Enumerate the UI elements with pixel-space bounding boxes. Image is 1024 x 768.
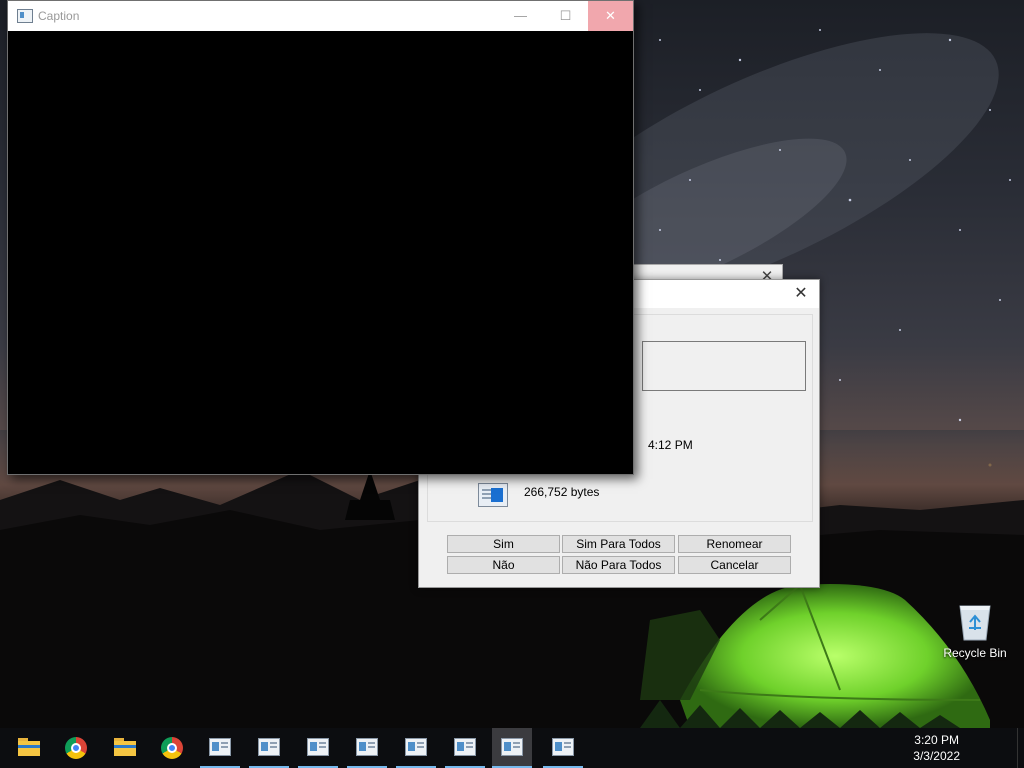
- taskbar-item-app-window[interactable]: [347, 728, 387, 768]
- app-window-icon: [454, 738, 476, 756]
- show-desktop-button[interactable]: [1017, 728, 1024, 768]
- taskbar-item-chrome[interactable]: [56, 728, 96, 768]
- no-button[interactable]: Não: [447, 556, 560, 574]
- taskbar-item-file-explorer[interactable]: [104, 728, 144, 768]
- app-window-icon: [258, 738, 280, 756]
- clock-time: 3:20 PM: [914, 733, 959, 747]
- file-size-text: 266,752 bytes: [524, 485, 600, 499]
- taskbar-item-app-window[interactable]: [396, 728, 436, 768]
- taskbar: 3:20 PM 3/3/2022: [0, 728, 1024, 768]
- yes-to-all-button[interactable]: Sim Para Todos: [562, 535, 675, 553]
- modified-time-text: 4:12 PM: [648, 438, 693, 452]
- caption-window: Caption — ☐ ✕: [7, 0, 634, 475]
- close-icon[interactable]: ✕: [588, 1, 633, 31]
- taskbar-item-app-window-active[interactable]: [492, 728, 532, 768]
- taskbar-item-app-window[interactable]: [298, 728, 338, 768]
- clock-date: 3/3/2022: [913, 749, 960, 763]
- app-window-icon: [405, 738, 427, 756]
- recycle-bin-shortcut[interactable]: Recycle Bin: [936, 602, 1014, 660]
- file-icon: [478, 483, 508, 507]
- window-content-area[interactable]: [8, 31, 633, 474]
- taskbar-item-file-explorer[interactable]: [8, 728, 48, 768]
- file-name-box: [642, 341, 806, 391]
- cancel-button[interactable]: Cancelar: [678, 556, 791, 574]
- window-title: Caption: [38, 9, 80, 23]
- recycle-bin-icon: [958, 602, 992, 642]
- recycle-bin-label: Recycle Bin: [943, 646, 1007, 660]
- app-window-icon: [209, 738, 231, 756]
- rename-button[interactable]: Renomear: [678, 535, 791, 553]
- minimize-icon[interactable]: —: [498, 1, 543, 31]
- caption-window-titlebar[interactable]: Caption — ☐ ✕: [8, 1, 633, 31]
- no-to-all-button[interactable]: Não Para Todos: [562, 556, 675, 574]
- taskbar-item-app-window[interactable]: [200, 728, 240, 768]
- dialog-close-icon[interactable]: ✕: [789, 283, 813, 305]
- chrome-icon: [161, 737, 183, 759]
- taskbar-item-app-window[interactable]: [249, 728, 289, 768]
- taskbar-clock[interactable]: 3:20 PM 3/3/2022: [913, 732, 960, 764]
- taskbar-item-app-window[interactable]: [445, 728, 485, 768]
- app-window-icon: [552, 738, 574, 756]
- yes-button[interactable]: Sim: [447, 535, 560, 553]
- chrome-icon: [65, 737, 87, 759]
- file-explorer-icon: [18, 738, 40, 756]
- taskbar-item-app-window[interactable]: [543, 728, 583, 768]
- taskbar-item-chrome[interactable]: [152, 728, 192, 768]
- app-window-icon: [356, 738, 378, 756]
- app-window-icon: [501, 738, 523, 756]
- maximize-icon[interactable]: ☐: [543, 1, 588, 31]
- file-explorer-icon: [114, 738, 136, 756]
- app-window-icon: [17, 9, 33, 23]
- app-window-icon: [307, 738, 329, 756]
